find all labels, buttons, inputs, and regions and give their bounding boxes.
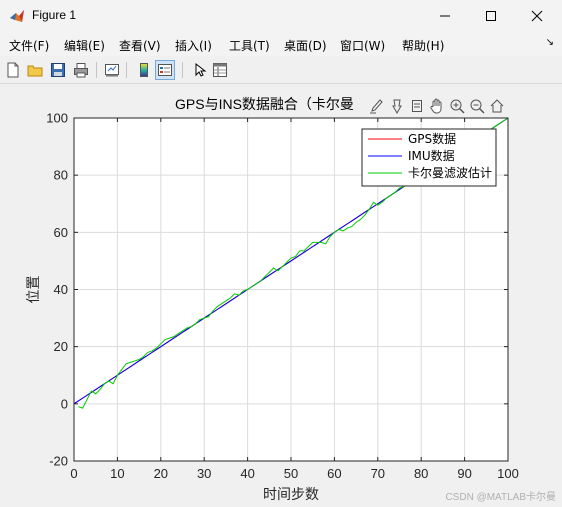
data-tips-icon[interactable] [388,97,405,114]
maximize-icon[interactable] [468,0,514,32]
zoom-in-icon[interactable] [448,97,465,114]
save-icon[interactable] [48,60,68,80]
chart-title: GPS与INS数据融合（卡尔曼 [175,96,354,112]
x-tick-label: 60 [327,466,341,481]
menu-file[interactable]: 文件(F) [9,37,49,54]
x-tick-label: 90 [457,466,471,481]
x-axis-label: 时间步数 [263,487,319,503]
toolbar-separator [182,62,183,78]
insert-legend-icon[interactable] [155,60,175,80]
open-file-icon[interactable] [25,60,45,80]
x-tick-label: 40 [240,466,254,481]
menu-view[interactable]: 查看(V) [119,37,161,54]
print-icon[interactable] [71,60,91,80]
y-tick-label: 40 [54,282,68,297]
x-tick-label: 10 [110,466,124,481]
figure-canvas[interactable]: 0 10 20 30 40 50 60 70 80 90 100 -20 0 20 40 60 80 100 GP… [0,85,562,507]
matlab-app-icon [9,8,25,24]
y-tick-label: -20 [49,454,68,469]
menu-bar: 文件(F) 编辑(E) 查看(V) 插入(I) 工具(T) 桌面(D) 窗口(W… [0,32,562,56]
rotate-icon[interactable] [408,97,425,114]
link-plot-icon[interactable] [102,60,122,80]
x-tick-label: 30 [197,466,211,481]
menu-window[interactable]: 窗口(W) [340,37,385,54]
x-tick-label: 0 [70,466,77,481]
menu-desktop[interactable]: 桌面(D) [284,37,327,54]
close-icon[interactable] [514,0,560,32]
menu-edit[interactable]: 编辑(E) [64,37,105,54]
line-chart: 0 10 20 30 40 50 60 70 80 90 100-20020406080100 GP… [26,96,519,503]
zoom-out-icon[interactable] [468,97,485,114]
y-axis-label: 位置 [26,276,42,304]
legend-label: GPS数据 [408,131,456,146]
edit-plot-icon[interactable] [189,60,209,80]
toolbar-separator [126,62,127,78]
window-titlebar: Figure 1 [0,0,562,32]
insert-colorbar-icon[interactable] [134,60,154,80]
x-tick-label: 70 [371,466,385,481]
home-icon[interactable] [488,97,505,114]
y-tick-label: 100 [46,111,68,126]
property-inspector-icon[interactable] [210,60,230,80]
menu-help[interactable]: 帮助(H) [402,37,444,54]
pan-icon[interactable] [428,97,445,114]
menu-dock-arrow-icon[interactable]: ↘ [546,37,554,48]
figure-toolbar [0,56,562,84]
legend-label: IMU数据 [408,148,455,163]
toolbar-separator [96,62,97,78]
new-figure-icon[interactable] [3,60,23,80]
x-tick-label: 80 [414,466,428,481]
y-tick-label: 20 [54,339,68,354]
brush-icon[interactable] [368,97,385,114]
window-title: Figure 1 [32,8,77,22]
y-tick-label: 60 [54,225,68,240]
legend-label: 卡尔曼滤波估计 [408,165,492,180]
legend[interactable]: GPS数据 IMU数据卡尔曼滤波估计 [361,128,497,187]
minimize-icon[interactable] [422,0,468,32]
x-tick-label: 100 [497,466,519,481]
y-tick-label: 0 [61,396,68,411]
menu-tools[interactable]: 工具(T) [229,37,270,54]
x-tick-label: 20 [154,466,168,481]
y-tick-label: 80 [54,168,68,183]
axes-toolbar [368,97,505,115]
watermark: CSDN @MATLAB卡尔曼 [445,492,556,503]
menu-insert[interactable]: 插入(I) [175,37,212,54]
x-tick-label: 50 [284,466,298,481]
